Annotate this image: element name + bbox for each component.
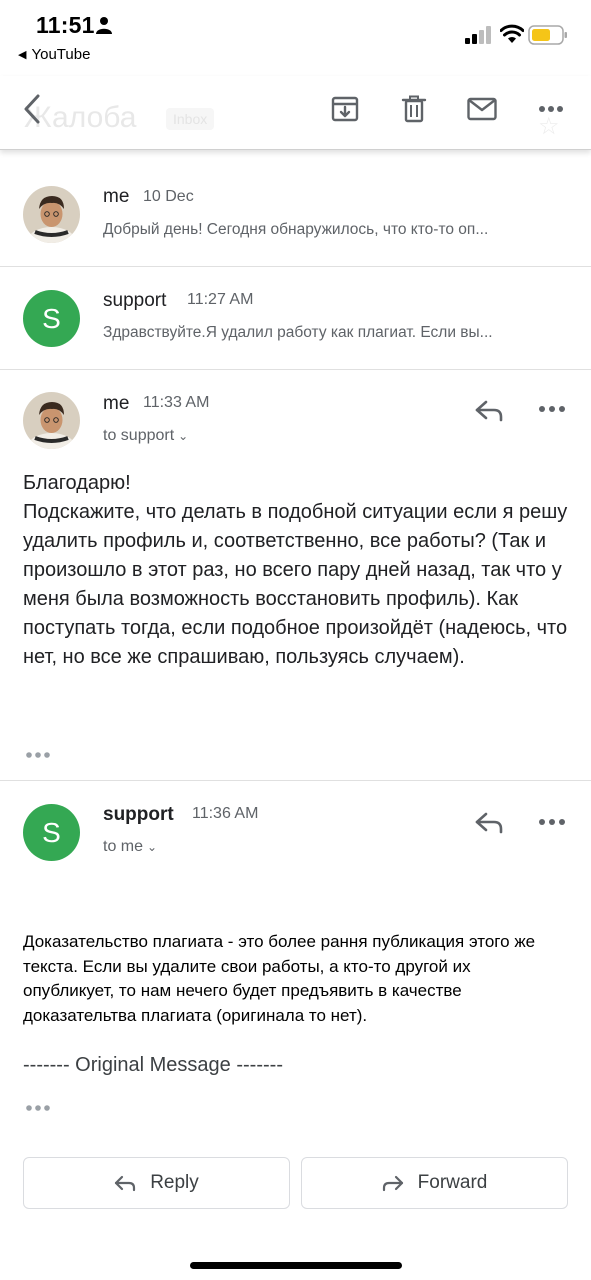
battery-icon	[528, 25, 567, 45]
user-photo	[23, 392, 80, 449]
message-date: 10 Dec	[143, 188, 194, 205]
mail-icon	[467, 97, 497, 121]
message-date: 11:36 AM	[192, 805, 259, 822]
forward-button[interactable]: Forward	[301, 1157, 568, 1209]
avatar: S	[23, 290, 80, 347]
back-to-app-link[interactable]: ◀ YouTube	[18, 46, 90, 63]
home-indicator[interactable]	[190, 1262, 402, 1269]
back-app-label: YouTube	[31, 46, 91, 63]
avatar	[23, 186, 80, 243]
original-message-separator: ------- Original Message -------	[23, 1054, 283, 1076]
person-icon	[96, 17, 112, 34]
show-trimmed-content-icon[interactable]	[25, 1104, 51, 1112]
archive-button[interactable]	[327, 91, 363, 127]
reply-button-label: Reply	[150, 1172, 199, 1193]
avatar	[23, 392, 80, 449]
sender-name: me	[103, 186, 130, 207]
sender-name: me	[103, 393, 130, 414]
app-toolbar: Жалоба Inbox ☆	[0, 76, 591, 150]
reply-icon[interactable]	[474, 810, 504, 834]
message-date: 11:27 AM	[187, 291, 254, 308]
back-button[interactable]	[14, 91, 50, 127]
divider	[0, 780, 591, 781]
reply-icon[interactable]	[474, 398, 504, 422]
chevron-down-icon: ⌄	[178, 429, 189, 443]
recipient-label: to me	[103, 838, 144, 855]
inbox-label-badge: Inbox	[166, 108, 215, 130]
sender-name: support	[103, 804, 174, 825]
sender-name: support	[103, 290, 167, 311]
message-date: 11:33 AM	[143, 394, 210, 411]
forward-icon	[382, 1175, 403, 1192]
status-time: 11:51	[36, 12, 95, 38]
recipient-details-toggle[interactable]: to me ⌄	[103, 838, 157, 856]
body-paragraph: Подскажите, что делать в подобной ситуац…	[23, 501, 568, 668]
forward-button-label: Forward	[417, 1172, 488, 1193]
more-options-button[interactable]	[533, 91, 569, 127]
mark-unread-button[interactable]	[464, 91, 500, 127]
back-arrow-icon	[24, 94, 40, 124]
recipient-label: to support	[103, 427, 175, 444]
archive-icon	[331, 96, 359, 122]
divider	[0, 369, 591, 370]
divider	[0, 266, 591, 267]
more-icon	[539, 106, 563, 112]
reply-button[interactable]: Reply	[23, 1157, 290, 1209]
message-body: Доказательство плагиата - это более ранн…	[23, 932, 536, 1025]
delete-button[interactable]	[396, 91, 432, 127]
show-trimmed-content-icon[interactable]	[25, 751, 51, 759]
body-paragraph: Благодарю!	[23, 472, 131, 494]
back-triangle-icon: ◀	[18, 49, 27, 61]
chevron-down-icon: ⌄	[147, 840, 158, 854]
cellular-signal-icon	[465, 26, 491, 44]
reply-icon	[115, 1175, 136, 1192]
message-body: Благодарю! Подскажите, что делать в подо…	[23, 469, 573, 672]
more-icon[interactable]	[538, 818, 566, 826]
wifi-icon	[500, 24, 524, 43]
trash-icon	[401, 95, 427, 123]
message-snippet: Здравствуйте.Я удалил работу как плагиат…	[103, 324, 493, 341]
avatar: S	[23, 804, 80, 861]
user-photo	[23, 186, 80, 243]
more-icon[interactable]	[538, 405, 566, 413]
status-bar: 11:51 ◀ YouTube	[0, 0, 591, 70]
recipient-details-toggle[interactable]: to support ⌄	[103, 427, 188, 445]
message-snippet: Добрый день! Сегодня обнаружилось, что к…	[103, 221, 489, 238]
